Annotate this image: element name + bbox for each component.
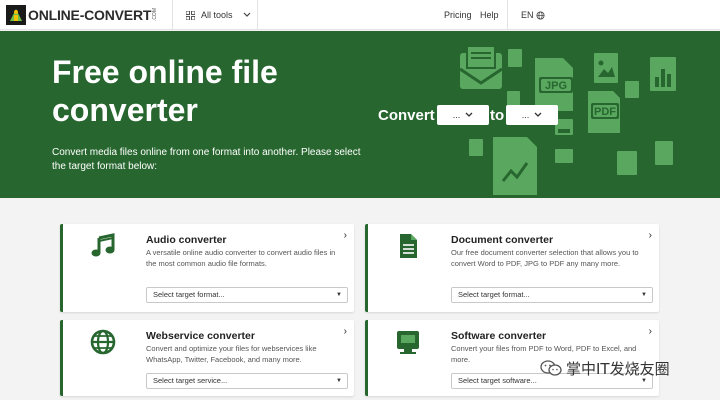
monitor-icon xyxy=(394,328,422,356)
language-selector[interactable]: EN xyxy=(521,0,545,30)
logo-mark-icon xyxy=(6,5,26,25)
chevron-right-icon[interactable]: › xyxy=(649,326,652,337)
card-description: Our free document converter selection th… xyxy=(451,248,639,268)
card-title[interactable]: Document converter xyxy=(451,234,553,246)
music-note-icon xyxy=(89,232,117,260)
target-format-dropdown[interactable]: Select target format... ▼ xyxy=(146,287,348,303)
nav-divider xyxy=(172,0,173,30)
dropdown-placeholder: Select target format... xyxy=(153,290,225,299)
chevron-down-icon xyxy=(243,12,250,17)
chevron-down-icon xyxy=(465,112,473,117)
hero-description: Convert media files online from one form… xyxy=(52,147,361,172)
logo-text: ONLINE-CONVERT xyxy=(28,7,152,23)
source-format-value: ... xyxy=(452,110,461,120)
watermark: 掌中IT发烧友圈 xyxy=(540,357,670,379)
target-format-dropdown[interactable]: Select target format... ▼ xyxy=(451,287,653,303)
document-icon xyxy=(394,232,422,260)
chevron-right-icon[interactable]: › xyxy=(344,230,347,241)
target-format-value: ... xyxy=(521,110,530,120)
jpg-label: JPG xyxy=(545,80,567,92)
dropdown-placeholder: Select target service... xyxy=(153,376,228,385)
document-converter-card[interactable]: Document converter Our free document con… xyxy=(365,224,659,312)
caret-down-icon: ▼ xyxy=(336,378,342,384)
chevron-down-icon xyxy=(534,112,542,117)
line-chart-file-icon xyxy=(493,137,537,195)
to-label: to xyxy=(490,107,505,124)
chevron-right-icon[interactable]: › xyxy=(649,230,652,241)
card-title[interactable]: Audio converter xyxy=(146,234,227,246)
webservice-converter-card[interactable]: Webservice converter Convert and optimiz… xyxy=(60,320,354,396)
watermark-text: 掌中IT发烧友圈 xyxy=(566,359,670,378)
nav-divider xyxy=(257,0,258,30)
image-file-icon xyxy=(594,53,618,83)
language-label: EN xyxy=(521,10,534,20)
audio-converter-card[interactable]: Audio converter A versatile online audio… xyxy=(60,224,354,312)
caret-down-icon: ▼ xyxy=(336,292,342,298)
top-navigation: ONLINE-CONVERT .COM All tools Pricing He… xyxy=(0,0,720,30)
card-description: Convert and optimize your files for webs… xyxy=(146,344,317,364)
globe-icon xyxy=(89,328,117,356)
card-title[interactable]: Webservice converter xyxy=(146,330,255,342)
nav-divider xyxy=(507,0,508,30)
hero-title: Free online file converter xyxy=(52,54,278,128)
site-logo[interactable]: ONLINE-CONVERT .COM xyxy=(6,5,158,25)
grid-icon xyxy=(186,10,195,20)
pricing-link[interactable]: Pricing xyxy=(444,0,472,30)
dropdown-placeholder: Select target format... xyxy=(458,290,530,299)
source-format-select[interactable]: ... xyxy=(437,105,489,125)
dropdown-placeholder: Select target software... xyxy=(458,376,537,385)
hero-banner: Free online file converter Convert media… xyxy=(0,31,720,198)
chevron-right-icon[interactable]: › xyxy=(344,326,347,337)
caret-down-icon: ▼ xyxy=(641,292,647,298)
all-tools-menu[interactable]: All tools xyxy=(186,0,251,30)
target-service-dropdown[interactable]: Select target service... ▼ xyxy=(146,373,348,389)
globe-small-icon xyxy=(536,10,545,20)
help-link[interactable]: Help xyxy=(480,0,499,30)
chart-file-icon xyxy=(650,57,676,91)
card-description: A versatile online audio converter to co… xyxy=(146,248,336,268)
all-tools-label: All tools xyxy=(201,10,233,20)
convert-label: Convert xyxy=(378,107,435,124)
wechat-icon xyxy=(540,360,562,376)
pdf-label: PDF xyxy=(594,106,616,118)
envelope-icon xyxy=(459,45,503,89)
target-format-select[interactable]: ... xyxy=(506,105,558,125)
card-title[interactable]: Software converter xyxy=(451,330,546,342)
logo-domain: .COM xyxy=(152,8,159,22)
